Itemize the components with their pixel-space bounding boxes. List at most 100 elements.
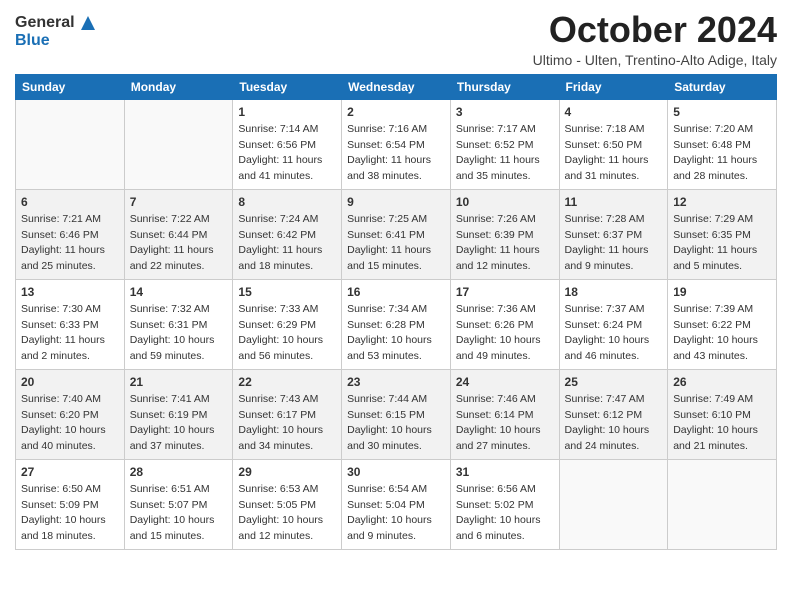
weekday-header-wednesday: Wednesday	[342, 74, 451, 99]
day-number: 25	[565, 374, 663, 391]
day-number: 12	[673, 194, 771, 211]
day-info: Sunrise: 7:36 AM Sunset: 6:26 PM Dayligh…	[456, 303, 541, 361]
calendar-cell: 7 Sunrise: 7:22 AM Sunset: 6:44 PM Daylig…	[124, 189, 233, 279]
day-number: 31	[456, 464, 554, 481]
calendar-cell: 13 Sunrise: 7:30 AM Sunset: 6:33 PM Dayli…	[16, 279, 125, 369]
day-info: Sunrise: 7:32 AM Sunset: 6:31 PM Dayligh…	[130, 303, 215, 361]
location-subtitle: Ultimo - Ulten, Trentino-Alto Adige, Ita…	[533, 52, 777, 68]
day-number: 2	[347, 104, 445, 121]
calendar-cell: 3 Sunrise: 7:17 AM Sunset: 6:52 PM Daylig…	[450, 99, 559, 189]
day-number: 13	[21, 284, 119, 301]
calendar-cell: 19Sunrise: 7:39 AM Sunset: 6:22 PM Dayli…	[668, 279, 777, 369]
weekday-header-thursday: Thursday	[450, 74, 559, 99]
day-info: Sunrise: 7:34 AM Sunset: 6:28 PM Dayligh…	[347, 303, 432, 361]
calendar-week-row: 27Sunrise: 6:50 AM Sunset: 5:09 PM Dayli…	[16, 459, 777, 549]
calendar-cell: 22Sunrise: 7:43 AM Sunset: 6:17 PM Dayli…	[233, 369, 342, 459]
day-number: 30	[347, 464, 445, 481]
weekday-header-tuesday: Tuesday	[233, 74, 342, 99]
calendar-cell: 15 Sunrise: 7:33 AM Sunset: 6:29 PM Dayli…	[233, 279, 342, 369]
calendar-cell: 5 Sunrise: 7:20 AM Sunset: 6:48 PM Daylig…	[668, 99, 777, 189]
calendar-week-row: 13 Sunrise: 7:30 AM Sunset: 6:33 PM Dayli…	[16, 279, 777, 369]
calendar-cell: 31Sunrise: 6:56 AM Sunset: 5:02 PM Dayli…	[450, 459, 559, 549]
weekday-header-saturday: Saturday	[668, 74, 777, 99]
day-info: Sunrise: 7:17 AM Sunset: 6:52 PM Dayligh…	[456, 123, 540, 181]
calendar-cell: 2 Sunrise: 7:16 AM Sunset: 6:54 PM Daylig…	[342, 99, 451, 189]
calendar-cell: 6 Sunrise: 7:21 AM Sunset: 6:46 PM Daylig…	[16, 189, 125, 279]
day-info: Sunrise: 7:26 AM Sunset: 6:39 PM Dayligh…	[456, 213, 540, 271]
day-number: 4	[565, 104, 663, 121]
day-info: Sunrise: 7:16 AM Sunset: 6:54 PM Dayligh…	[347, 123, 431, 181]
weekday-header-row: SundayMondayTuesdayWednesdayThursdayFrid…	[16, 74, 777, 99]
day-info: Sunrise: 7:33 AM Sunset: 6:29 PM Dayligh…	[238, 303, 323, 361]
day-number: 3	[456, 104, 554, 121]
day-info: Sunrise: 7:46 AM Sunset: 6:14 PM Dayligh…	[456, 393, 541, 451]
day-info: Sunrise: 7:30 AM Sunset: 6:33 PM Dayligh…	[21, 303, 105, 361]
day-number: 21	[130, 374, 228, 391]
day-number: 20	[21, 374, 119, 391]
day-number: 17	[456, 284, 554, 301]
day-number: 28	[130, 464, 228, 481]
calendar-cell: 24 Sunrise: 7:46 AM Sunset: 6:14 PM Dayli…	[450, 369, 559, 459]
calendar-cell	[559, 459, 668, 549]
day-info: Sunrise: 7:18 AM Sunset: 6:50 PM Dayligh…	[565, 123, 649, 181]
calendar-cell	[16, 99, 125, 189]
calendar-cell: 1Sunrise: 7:14 AM Sunset: 6:56 PM Daylig…	[233, 99, 342, 189]
day-info: Sunrise: 7:29 AM Sunset: 6:35 PM Dayligh…	[673, 213, 757, 271]
day-number: 7	[130, 194, 228, 211]
calendar-table: SundayMondayTuesdayWednesdayThursdayFrid…	[15, 74, 777, 550]
calendar-cell: 18Sunrise: 7:37 AM Sunset: 6:24 PM Dayli…	[559, 279, 668, 369]
calendar-cell	[668, 459, 777, 549]
calendar-cell: 27Sunrise: 6:50 AM Sunset: 5:09 PM Dayli…	[16, 459, 125, 549]
calendar-week-row: 6 Sunrise: 7:21 AM Sunset: 6:46 PM Daylig…	[16, 189, 777, 279]
day-number: 15	[238, 284, 336, 301]
day-info: Sunrise: 7:20 AM Sunset: 6:48 PM Dayligh…	[673, 123, 757, 181]
calendar-cell: 16Sunrise: 7:34 AM Sunset: 6:28 PM Dayli…	[342, 279, 451, 369]
calendar-week-row: 1Sunrise: 7:14 AM Sunset: 6:56 PM Daylig…	[16, 99, 777, 189]
day-number: 23	[347, 374, 445, 391]
day-info: Sunrise: 7:49 AM Sunset: 6:10 PM Dayligh…	[673, 393, 758, 451]
day-number: 18	[565, 284, 663, 301]
day-info: Sunrise: 6:53 AM Sunset: 5:05 PM Dayligh…	[238, 483, 323, 541]
calendar-cell: 28 Sunrise: 6:51 AM Sunset: 5:07 PM Dayli…	[124, 459, 233, 549]
day-info: Sunrise: 7:24 AM Sunset: 6:42 PM Dayligh…	[238, 213, 322, 271]
day-number: 26	[673, 374, 771, 391]
calendar-cell: 4 Sunrise: 7:18 AM Sunset: 6:50 PM Daylig…	[559, 99, 668, 189]
day-info: Sunrise: 7:14 AM Sunset: 6:56 PM Dayligh…	[238, 123, 322, 181]
calendar-cell: 9Sunrise: 7:25 AM Sunset: 6:41 PM Daylig…	[342, 189, 451, 279]
day-info: Sunrise: 6:50 AM Sunset: 5:09 PM Dayligh…	[21, 483, 106, 541]
weekday-header-sunday: Sunday	[16, 74, 125, 99]
month-title: October 2024	[533, 10, 777, 50]
day-number: 10	[456, 194, 554, 211]
day-number: 8	[238, 194, 336, 211]
calendar-cell: 20Sunrise: 7:40 AM Sunset: 6:20 PM Dayli…	[16, 369, 125, 459]
calendar-cell: 29Sunrise: 6:53 AM Sunset: 5:05 PM Dayli…	[233, 459, 342, 549]
day-info: Sunrise: 7:21 AM Sunset: 6:46 PM Dayligh…	[21, 213, 105, 271]
day-number: 22	[238, 374, 336, 391]
calendar-cell: 12 Sunrise: 7:29 AM Sunset: 6:35 PM Dayli…	[668, 189, 777, 279]
calendar-cell: 10 Sunrise: 7:26 AM Sunset: 6:39 PM Dayli…	[450, 189, 559, 279]
calendar-cell: 14Sunrise: 7:32 AM Sunset: 6:31 PM Dayli…	[124, 279, 233, 369]
calendar-cell: 8 Sunrise: 7:24 AM Sunset: 6:42 PM Daylig…	[233, 189, 342, 279]
weekday-header-friday: Friday	[559, 74, 668, 99]
title-block: October 2024 Ultimo - Ulten, Trentino-Al…	[533, 10, 777, 68]
calendar-cell: 30 Sunrise: 6:54 AM Sunset: 5:04 PM Dayli…	[342, 459, 451, 549]
day-info: Sunrise: 7:39 AM Sunset: 6:22 PM Dayligh…	[673, 303, 758, 361]
day-number: 11	[565, 194, 663, 211]
calendar-cell: 25Sunrise: 7:47 AM Sunset: 6:12 PM Dayli…	[559, 369, 668, 459]
day-info: Sunrise: 7:28 AM Sunset: 6:37 PM Dayligh…	[565, 213, 649, 271]
calendar-cell: 11 Sunrise: 7:28 AM Sunset: 6:37 PM Dayli…	[559, 189, 668, 279]
day-number: 5	[673, 104, 771, 121]
calendar-cell: 21 Sunrise: 7:41 AM Sunset: 6:19 PM Dayli…	[124, 369, 233, 459]
calendar-cell	[124, 99, 233, 189]
day-number: 6	[21, 194, 119, 211]
weekday-header-monday: Monday	[124, 74, 233, 99]
day-number: 24	[456, 374, 554, 391]
calendar-cell: 26 Sunrise: 7:49 AM Sunset: 6:10 PM Dayli…	[668, 369, 777, 459]
day-info: Sunrise: 7:22 AM Sunset: 6:44 PM Dayligh…	[130, 213, 214, 271]
day-info: Sunrise: 6:51 AM Sunset: 5:07 PM Dayligh…	[130, 483, 215, 541]
page-header: General Blue October 2024 Ultimo - Ulten…	[15, 10, 777, 68]
calendar-week-row: 20Sunrise: 7:40 AM Sunset: 6:20 PM Dayli…	[16, 369, 777, 459]
day-info: Sunrise: 7:41 AM Sunset: 6:19 PM Dayligh…	[130, 393, 215, 451]
day-number: 9	[347, 194, 445, 211]
day-info: Sunrise: 6:54 AM Sunset: 5:04 PM Dayligh…	[347, 483, 432, 541]
